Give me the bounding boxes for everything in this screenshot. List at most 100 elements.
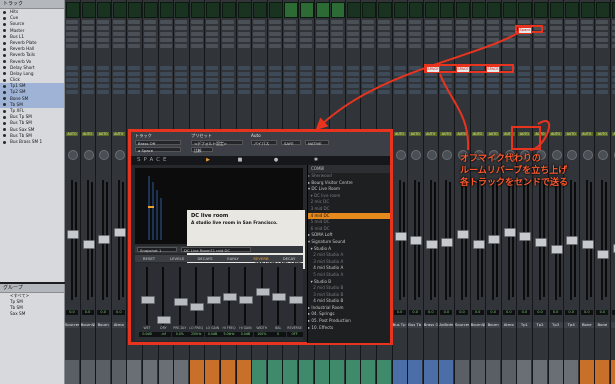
send-slot[interactable] (409, 72, 422, 76)
send-slot[interactable] (346, 78, 359, 82)
param-fader-value[interactable]: 0.0% (171, 332, 188, 337)
space-send-slot[interactable]: SPACE (486, 66, 500, 73)
param-fader-value[interactable]: 0.0dB (237, 332, 254, 337)
channel-name[interactable]: Bus Tb SM (408, 322, 423, 328)
send-slot[interactable] (487, 78, 500, 82)
insert-slot[interactable] (580, 44, 593, 48)
send-slot[interactable] (315, 90, 328, 94)
track-visible-dot[interactable] (3, 84, 6, 88)
param-fader-cap[interactable] (206, 295, 221, 304)
insert-slot[interactable] (112, 38, 125, 42)
ir-browser-header[interactable]: COMBI (308, 165, 390, 173)
send-slot[interactable] (596, 72, 609, 76)
param-fader-value[interactable]: OFF (286, 332, 303, 337)
track-visible-dot[interactable] (3, 97, 6, 101)
send-slot[interactable] (518, 90, 531, 94)
volume-fader[interactable] (550, 245, 563, 254)
insert-slot[interactable] (268, 26, 281, 30)
ir-browser-item[interactable]: 3 mid Studio A (308, 259, 390, 266)
insert-slot[interactable] (97, 38, 110, 42)
send-slot[interactable] (378, 78, 390, 82)
send-slot[interactable] (81, 66, 94, 70)
insert-slot[interactable] (112, 26, 125, 30)
insert-slot[interactable] (440, 20, 453, 24)
send-slot[interactable] (315, 72, 328, 76)
insert-slot[interactable] (549, 38, 562, 42)
param-tab[interactable]: EARLY (219, 255, 247, 262)
track-visible-dot[interactable] (3, 60, 6, 64)
volume-fader[interactable] (67, 230, 79, 239)
volume-fader[interactable] (82, 240, 95, 249)
volume-fader[interactable] (581, 240, 594, 249)
automation-mode[interactable]: AUTO (456, 132, 468, 136)
insert-slot[interactable] (128, 20, 141, 24)
ir-browser-item[interactable]: ▸ Industrial Room (308, 305, 390, 312)
track-visible-dot[interactable] (3, 22, 6, 26)
ir-browser-item[interactable]: ▾ Studio B (308, 279, 390, 286)
send-slot[interactable] (237, 84, 250, 88)
insert-slot[interactable] (346, 32, 359, 36)
insert-slot[interactable] (284, 38, 297, 42)
send-slot[interactable] (580, 90, 593, 94)
insert-slot[interactable] (346, 38, 359, 42)
insert-slot[interactable] (300, 32, 312, 36)
automation-mode[interactable]: AUTO (66, 132, 78, 136)
volume-fader[interactable] (113, 228, 126, 237)
send-slot[interactable] (284, 90, 297, 94)
automation-mode[interactable]: AUTO (97, 132, 110, 136)
insert-slot[interactable] (424, 44, 437, 48)
send-slot[interactable] (112, 84, 125, 88)
insert-slot[interactable] (190, 20, 203, 24)
insert-slot[interactable] (253, 38, 266, 42)
send-slot[interactable] (424, 78, 437, 82)
insert-slot[interactable] (222, 44, 234, 48)
insert-slot[interactable] (175, 20, 188, 24)
send-slot[interactable] (518, 78, 531, 82)
insert-slot[interactable] (456, 38, 468, 42)
channel-name[interactable]: Bourn$MX (470, 322, 485, 328)
send-slot[interactable] (549, 72, 562, 76)
channel-name[interactable]: Bourn$MX (80, 322, 95, 328)
insert-slot[interactable] (222, 32, 234, 36)
send-slot[interactable] (284, 78, 297, 82)
insert-slot[interactable] (97, 20, 110, 24)
insert-slot[interactable] (424, 26, 437, 30)
send-slot[interactable] (66, 78, 78, 82)
insert-slot[interactable] (549, 20, 562, 24)
insert-slot[interactable] (456, 32, 468, 36)
insert-slot[interactable] (565, 44, 578, 48)
track-visible-dot[interactable] (3, 115, 6, 119)
param-fader-cap[interactable] (272, 293, 287, 301)
ir-browser-item[interactable]: 4 mid DC (308, 212, 390, 220)
ir-browser-item[interactable]: ▸ Bourg Visitor Centre (308, 180, 390, 187)
volume-fader[interactable] (535, 238, 547, 247)
insert-slot[interactable] (268, 38, 281, 42)
insert-slot[interactable] (97, 44, 110, 48)
send-slot[interactable] (175, 72, 188, 76)
insert-slot[interactable] (222, 26, 234, 30)
send-slot[interactable] (253, 90, 266, 94)
channel-name[interactable]: Bourn (96, 322, 111, 328)
send-slot[interactable] (300, 84, 312, 88)
insert-slot[interactable] (128, 26, 141, 30)
automation-mode[interactable]: AUTO (580, 132, 593, 136)
insert-slot[interactable] (190, 44, 203, 48)
send-slot[interactable] (128, 84, 141, 88)
param-fader-cap[interactable] (255, 287, 270, 296)
send-slot[interactable] (456, 90, 468, 94)
insert-slot[interactable] (565, 38, 578, 42)
send-slot[interactable] (144, 90, 156, 94)
send-slot[interactable] (596, 66, 609, 70)
insert-slot[interactable] (175, 32, 188, 36)
insert-slot[interactable] (237, 44, 250, 48)
volume-fader[interactable] (425, 240, 438, 249)
insert-slot[interactable] (159, 20, 172, 24)
send-slot[interactable] (409, 84, 422, 88)
insert-slot[interactable] (487, 44, 500, 48)
send-slot[interactable] (315, 78, 328, 82)
track-visible-dot[interactable] (3, 72, 6, 76)
track-visible-dot[interactable] (3, 109, 6, 113)
send-slot[interactable] (346, 66, 359, 70)
send-slot[interactable] (378, 84, 390, 88)
insert-slot[interactable] (409, 44, 422, 48)
